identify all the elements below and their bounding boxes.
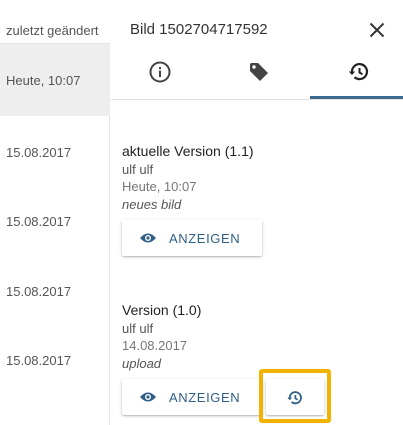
- tab-history[interactable]: [310, 48, 403, 100]
- version-comment: upload: [122, 356, 162, 371]
- close-icon: [369, 22, 385, 38]
- list-item-date[interactable]: 15.08.2017: [6, 353, 71, 368]
- eye-icon: [140, 392, 156, 402]
- version-author: ulf ulf: [122, 321, 154, 336]
- list-item-date[interactable]: 15.08.2017: [6, 214, 71, 229]
- panel-title: Bild 1502704717592: [130, 21, 268, 38]
- tag-icon: [250, 63, 268, 81]
- active-tab-indicator: [310, 96, 403, 99]
- version-title: aktuelle Version (1.1): [122, 143, 254, 159]
- show-version-label: ANZEIGEN: [169, 231, 241, 246]
- version-author: ulf ulf: [122, 162, 154, 177]
- show-version-button[interactable]: ANZEIGEN: [122, 379, 262, 415]
- details-panel: Bild 1502704717592 aktuelle Version (1.1…: [111, 0, 403, 425]
- list-item-date: Heute, 10:07: [6, 73, 81, 88]
- version-comment: neues bild: [122, 197, 182, 212]
- version-date: 14.08.2017: [122, 338, 188, 353]
- panel-tabs: [111, 48, 403, 100]
- tab-info[interactable]: [111, 48, 208, 100]
- show-version-button[interactable]: ANZEIGEN: [122, 220, 262, 256]
- file-list: zuletzt geändert Heute, 10:07 15.08.2017…: [0, 0, 110, 425]
- eye-icon: [140, 233, 156, 243]
- highlight-box: [259, 369, 331, 423]
- list-item-date[interactable]: 15.08.2017: [6, 284, 71, 299]
- column-header[interactable]: zuletzt geändert: [0, 0, 110, 44]
- tab-tags[interactable]: [210, 48, 307, 100]
- version-date: Heute, 10:07: [122, 179, 197, 194]
- list-item-date[interactable]: 15.08.2017: [6, 145, 71, 160]
- column-header-label: zuletzt geändert: [6, 23, 99, 38]
- list-item-selected[interactable]: Heute, 10:07: [0, 44, 110, 116]
- history-icon: [348, 63, 369, 81]
- show-version-label: ANZEIGEN: [169, 390, 241, 405]
- close-button[interactable]: [365, 18, 389, 42]
- version-title: Version (1.0): [122, 302, 202, 318]
- info-icon: [149, 61, 171, 83]
